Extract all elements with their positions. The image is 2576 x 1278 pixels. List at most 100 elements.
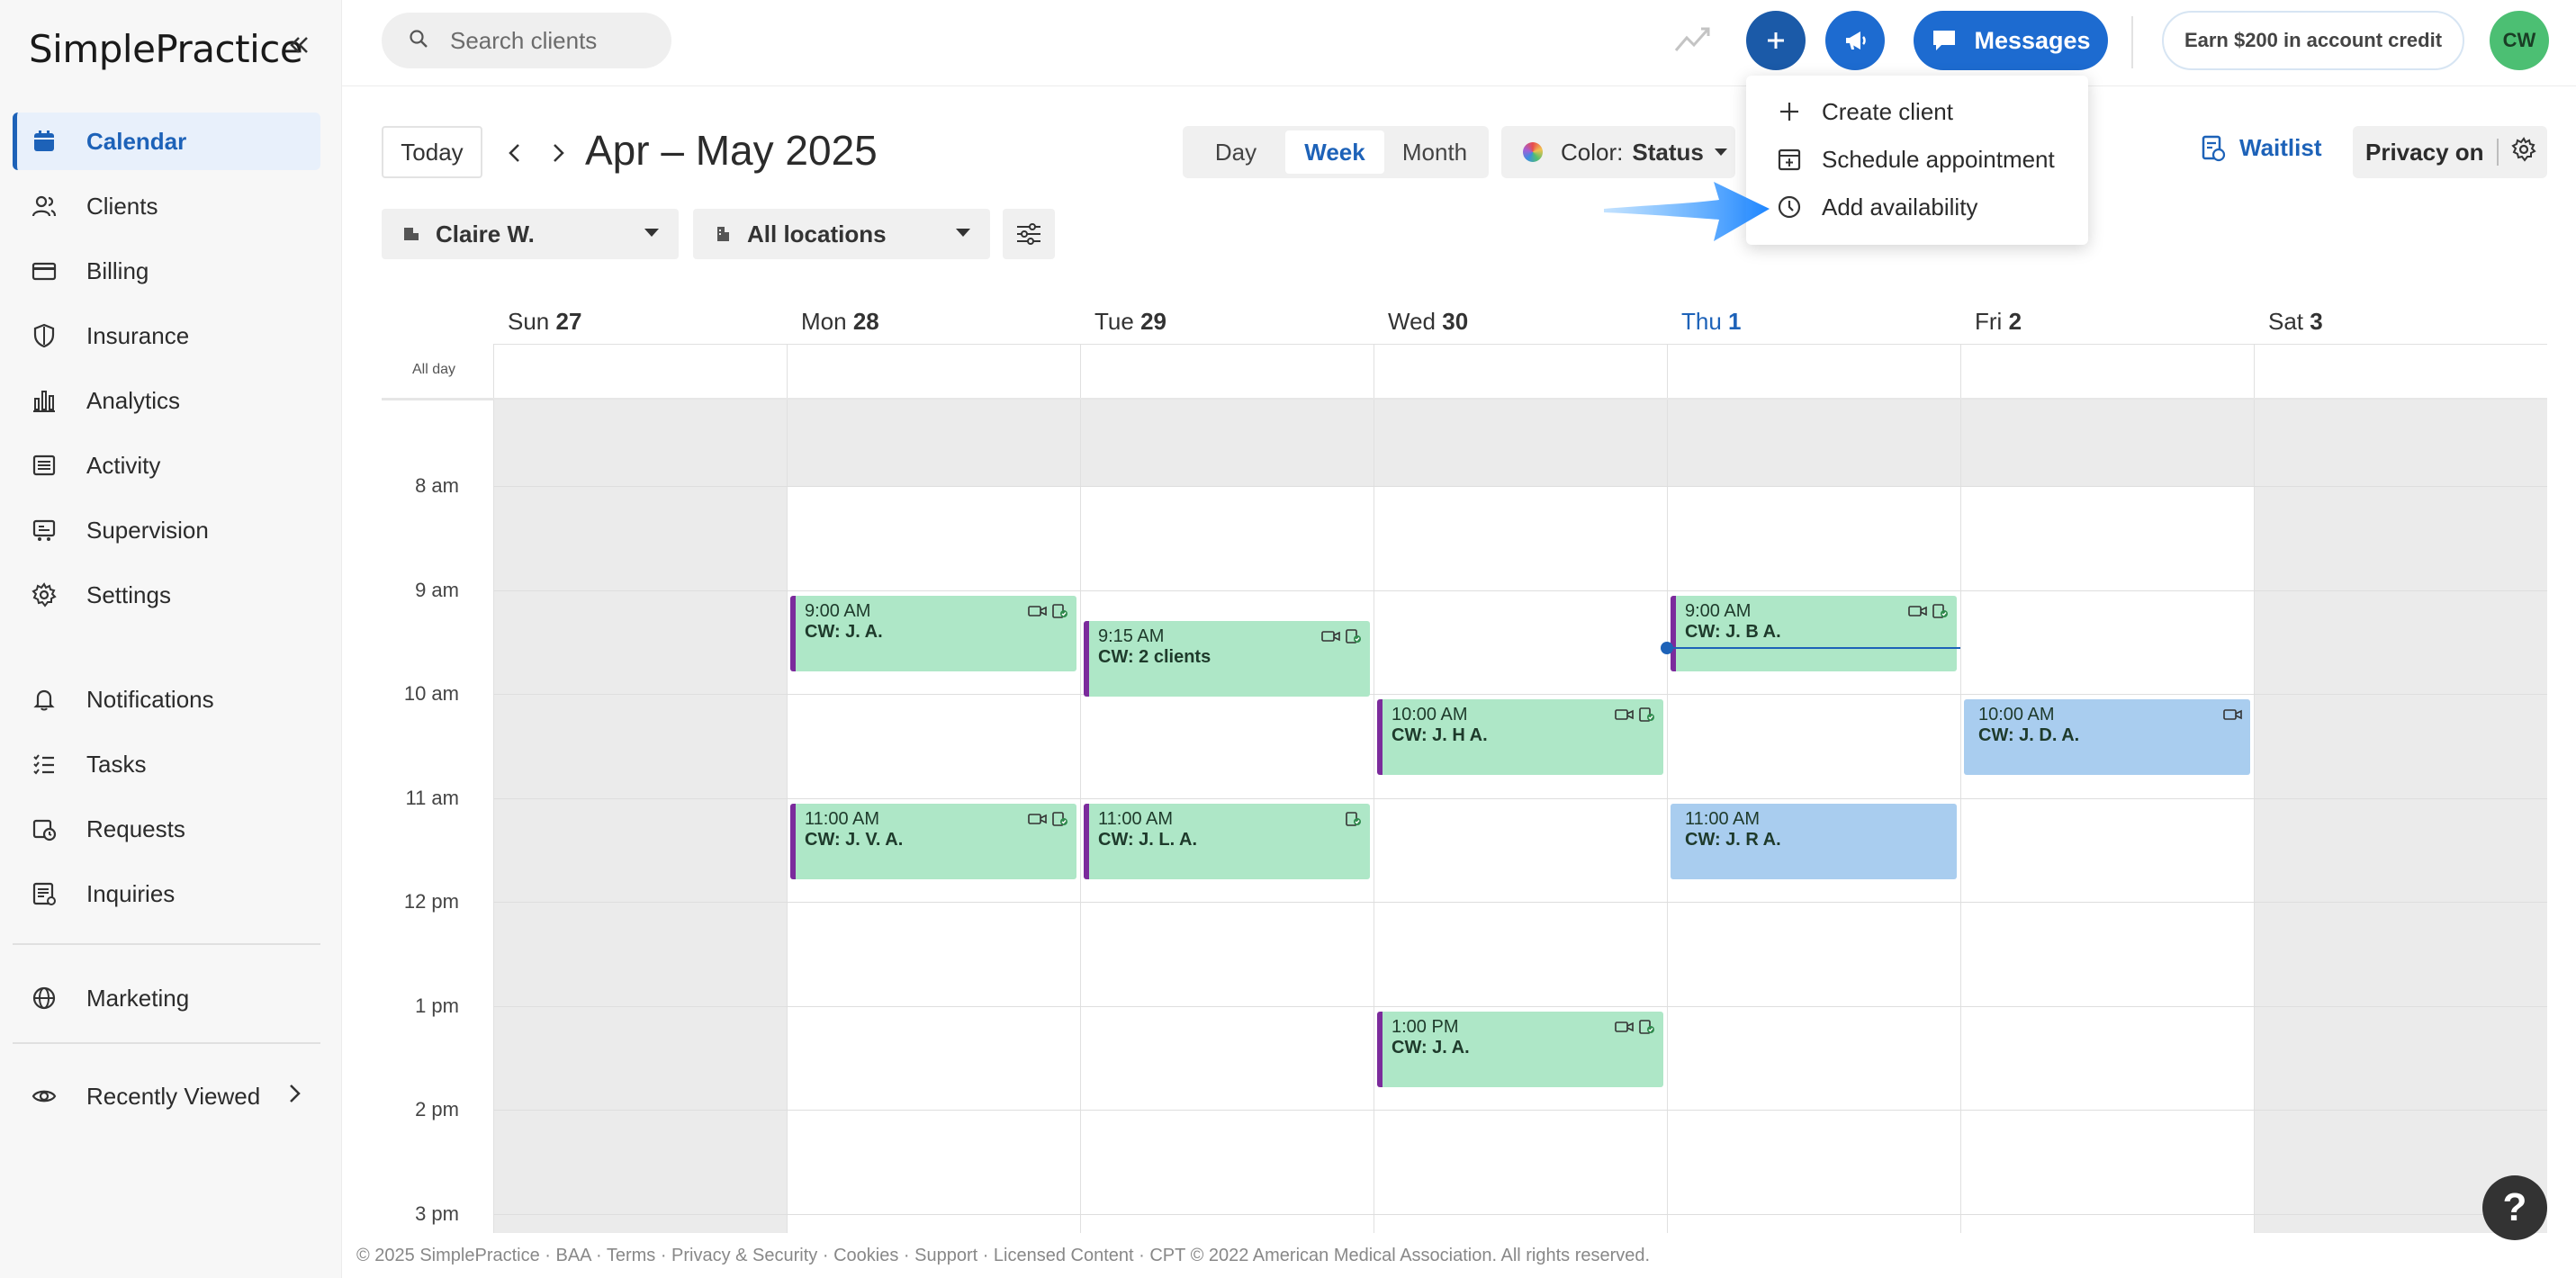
view-month-tab[interactable]: Month [1384,130,1485,174]
unavailable-block [1961,400,2254,486]
help-button[interactable]: ? [2482,1175,2547,1240]
create-client-menu-item[interactable]: Create client [1777,94,1953,130]
sidebar-item-requests[interactable]: Requests [13,800,320,858]
today-button[interactable]: Today [382,126,482,178]
waitlist-button[interactable]: Waitlist [2200,133,2321,162]
appointment-card[interactable]: 11:00 AM CW: J. V. A. [790,803,1076,879]
all-day-cell[interactable] [1667,345,1960,400]
previous-week-button[interactable] [497,135,533,171]
sidebar-item-notifications[interactable]: Notifications [13,670,320,728]
add-availability-menu-item[interactable]: Add availability [1777,189,1977,225]
messages-button[interactable]: Messages [1914,11,2108,70]
appointment-card[interactable]: 10:00 AM CW: J. H A. [1377,699,1663,775]
all-day-cell[interactable] [1960,345,2254,400]
day-name: Sun [508,308,550,335]
clinician-filter-dropdown[interactable]: Claire W. [382,209,679,259]
next-week-button[interactable] [540,135,576,171]
earn-credit-button[interactable]: Earn $200 in account credit [2162,11,2464,70]
avatar[interactable]: CW [2490,11,2549,70]
sidebar-item-recently-viewed[interactable]: Recently Viewed [13,1067,320,1125]
appointment-card[interactable]: 9:00 AM CW: J. B A. [1671,595,1957,671]
current-time-line [1667,647,1960,650]
collapse-sidebar-icon[interactable] [284,31,313,59]
day-column[interactable] [1960,400,2254,1233]
appointment-client: CW: J. B A. [1685,621,1781,642]
appointment-icons [1345,811,1363,832]
all-day-row[interactable] [493,344,2547,400]
chevron-left-icon [509,144,519,162]
day-name: Mon [801,308,847,335]
chevron-right-icon[interactable] [284,1082,304,1112]
hour-gridline [493,1110,2547,1111]
all-day-cell[interactable] [493,345,787,400]
sidebar-item-tasks[interactable]: Tasks [13,735,320,793]
calendar-filters-button[interactable] [1003,209,1055,259]
sidebar-item-billing[interactable]: Billing [13,242,320,300]
schedule-appointment-menu-item[interactable]: Schedule appointment [1777,141,2055,177]
privacy-divider [2496,139,2499,166]
location-filter-value: All locations [747,220,887,248]
view-day-tab[interactable]: Day [1186,130,1285,174]
view-switcher: Day Week Month [1183,126,1489,178]
tasks-icon [31,751,58,778]
sidebar-item-settings[interactable]: Settings [13,566,320,624]
create-new-button[interactable] [1746,11,1806,70]
unavailable-block [1081,400,1374,486]
day-column[interactable] [2254,400,2547,1233]
day-header[interactable]: Fri 2 [1975,308,2022,336]
building-icon [717,227,729,241]
sidebar-item-activity[interactable]: Activity [13,436,320,494]
appointment-card[interactable]: 11:00 AM CW: J. R A. [1671,803,1957,879]
day-number: 27 [555,308,582,335]
appointment-icons [1615,1019,1656,1040]
day-header[interactable]: Tue 29 [1094,308,1166,336]
day-header[interactable]: Thu 1 [1681,308,1742,336]
appointment-icons [2223,706,2243,727]
client-portal-icon [1345,628,1363,650]
all-day-cell[interactable] [787,345,1080,400]
appointment-card[interactable]: 1:00 PM CW: J. A. [1377,1011,1663,1087]
day-number: 30 [1442,308,1469,335]
hour-label: 2 pm [415,1098,459,1120]
hour-label: 1 pm [415,994,459,1017]
search-input[interactable]: Search clients [382,13,671,68]
day-column[interactable] [493,400,787,1233]
sidebar-item-clients[interactable]: Clients [13,177,320,235]
announcements-button[interactable] [1825,11,1885,70]
day-column[interactable] [1374,400,1667,1233]
current-time-dot [1661,642,1673,655]
all-day-cell[interactable] [1374,345,1667,400]
sidebar-item-inquiries[interactable]: Inquiries [13,865,320,922]
appointment-card[interactable]: 11:00 AM CW: J. L. A. [1084,803,1370,879]
color-by-dropdown[interactable]: Color: Status [1501,126,1735,178]
all-day-cell[interactable] [2254,345,2547,400]
appointment-client: CW: J. V. A. [805,829,904,850]
sidebar-item-label: Marketing [86,984,190,1012]
day-header[interactable]: Sat 3 [2268,308,2323,336]
sidebar-item-calendar[interactable]: Calendar [13,112,320,170]
sidebar-item-analytics[interactable]: Analytics [13,372,320,429]
trend-icon[interactable] [1672,22,1712,58]
privacy-toggle[interactable]: Privacy on [2353,126,2547,178]
location-filter-dropdown[interactable]: All locations [693,209,990,259]
all-day-cell[interactable] [1080,345,1374,400]
day-header[interactable]: Mon 28 [801,308,879,336]
appointment-card[interactable]: 9:15 AM CW: 2 clients [1084,621,1370,698]
sidebar-item-marketing[interactable]: Marketing [13,969,320,1027]
hour-label: 8 am [415,474,459,497]
sidebar-item-supervision[interactable]: Supervision [13,501,320,559]
date-range-title: Apr – May 2025 [585,127,878,174]
view-week-tab[interactable]: Week [1285,130,1384,174]
gear-icon[interactable] [2510,136,2536,168]
search-icon [409,29,428,53]
waitlist-label: Waitlist [2239,133,2322,161]
appointment-card[interactable]: 10:00 AM CW: J. D. A. [1964,699,2250,775]
simplepractice-logo[interactable]: SimplePractice [29,27,303,71]
supervision-icon [31,517,58,544]
appointment-card[interactable]: 9:00 AM CW: J. A. [790,595,1076,671]
day-header[interactable]: Sun 27 [508,308,581,336]
appointment-icons [1028,603,1069,625]
day-header[interactable]: Wed 30 [1388,308,1468,336]
sidebar-item-insurance[interactable]: Insurance [13,307,320,364]
list-icon [31,452,58,479]
